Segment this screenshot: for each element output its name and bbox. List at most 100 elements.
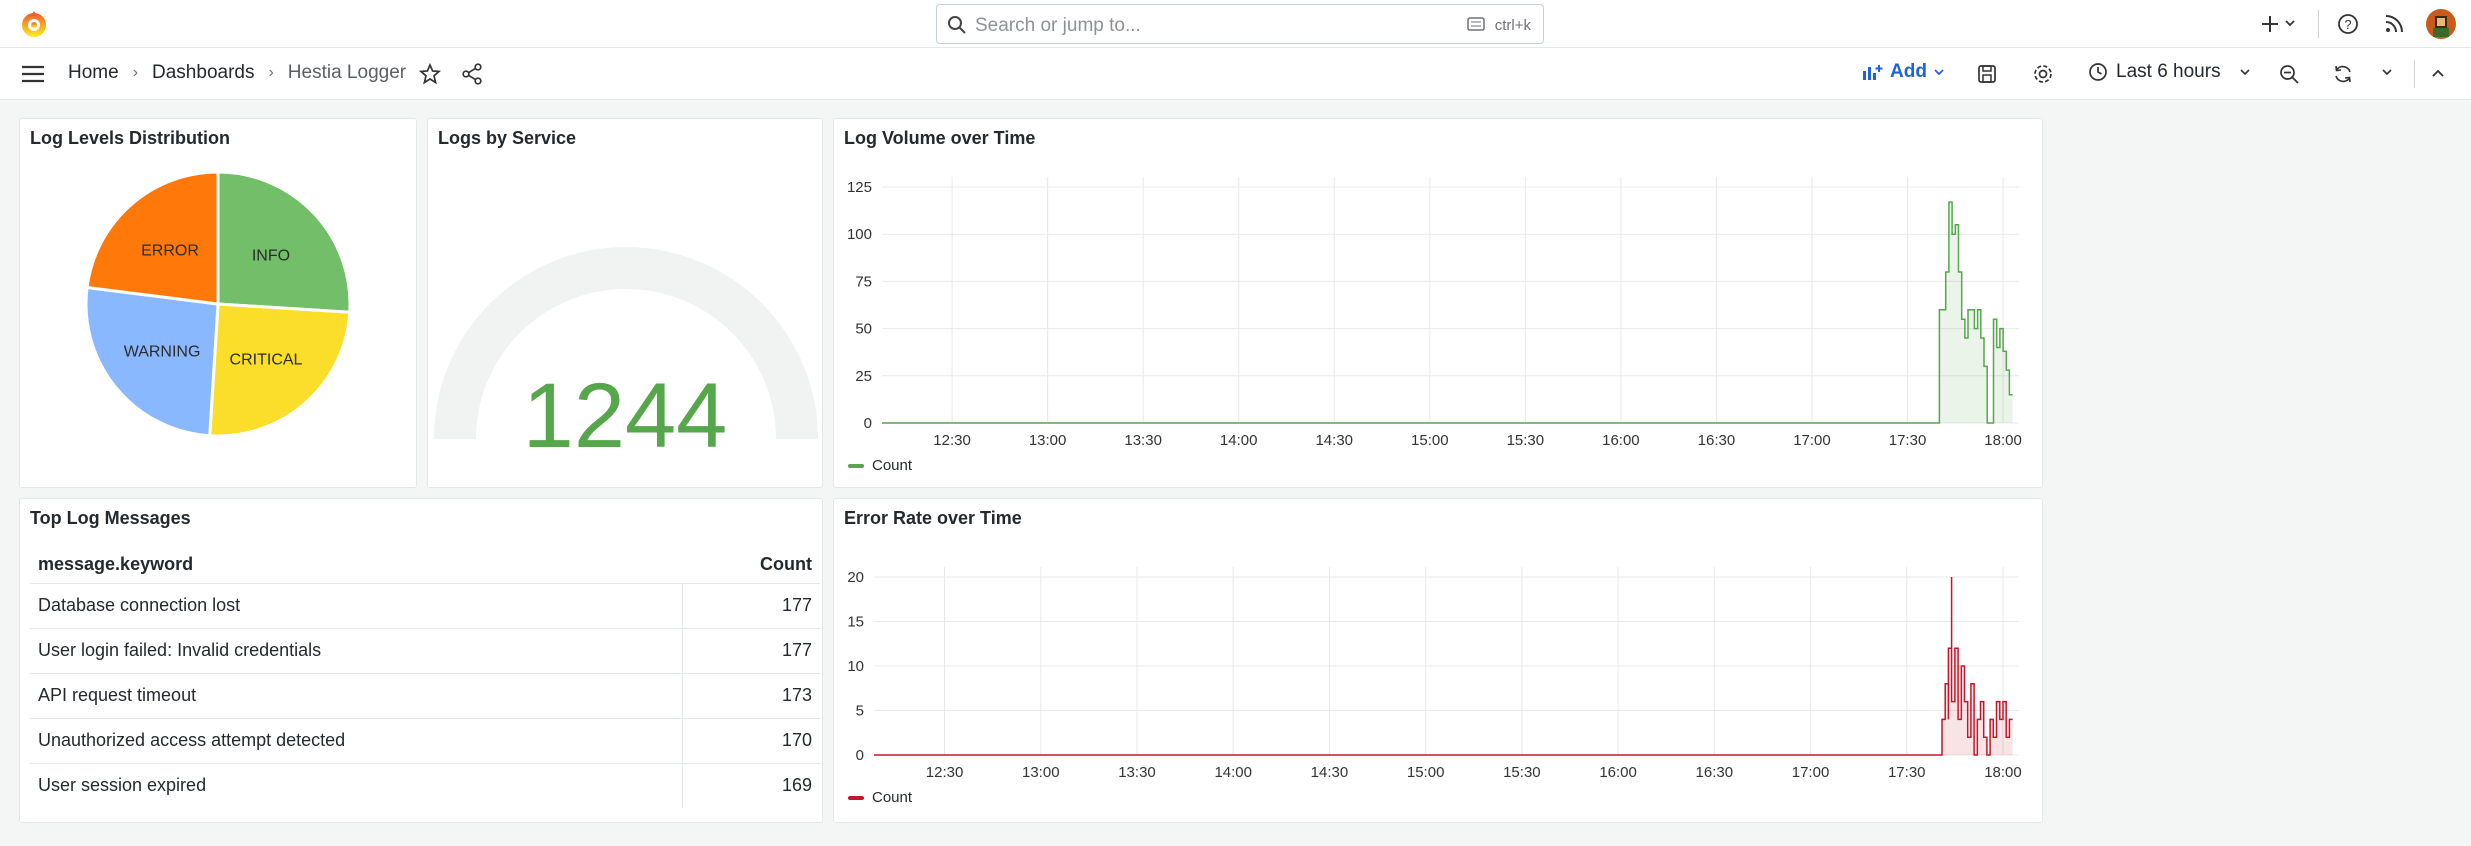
- help-icon[interactable]: ?: [2334, 10, 2362, 38]
- refresh-icon[interactable]: [2332, 63, 2354, 85]
- table-row: User login failed: Invalid credentials 17…: [30, 628, 820, 674]
- keyboard-icon: [1467, 17, 1485, 31]
- message-cell: User session expired: [38, 775, 207, 796]
- x-tick-label: 18:00: [1984, 764, 2022, 781]
- x-tick-label: 17:30: [1888, 764, 1926, 781]
- x-tick-label: 13:00: [1022, 764, 1060, 781]
- error-rate-chart: 0 5 10 15 20 12:30 13:00 13:30 14:00 14:30 15:00 15…: [847, 567, 2022, 781]
- table-row: API request timeout 173: [30, 673, 820, 719]
- pie-label-info: INFO: [252, 247, 290, 264]
- breadcrumb-dashboards[interactable]: Dashboards: [152, 62, 254, 84]
- x-tick-label: 17:00: [1792, 764, 1830, 781]
- message-cell: Database connection lost: [30, 583, 683, 629]
- y-tick-label: 15: [847, 614, 864, 631]
- table-header-row: message.keyword Count: [30, 547, 820, 584]
- x-tick-label: 15:00: [1407, 764, 1445, 781]
- log-messages-table: message.keyword Count Database connectio…: [30, 547, 820, 808]
- save-icon[interactable]: [1976, 63, 1998, 85]
- user-avatar[interactable]: [2426, 9, 2456, 39]
- x-tick-label: 17:30: [1889, 432, 1927, 449]
- search-input[interactable]: Search or jump to... ctrl+k: [936, 4, 1544, 44]
- y-tick-label: 100: [847, 226, 872, 243]
- x-tick-label: 18:00: [1984, 432, 2022, 449]
- legend[interactable]: Count: [848, 789, 912, 806]
- table-row: User session expired 169: [30, 763, 820, 808]
- chevron-up-icon[interactable]: [2430, 66, 2446, 80]
- column-header-count[interactable]: Count: [682, 547, 820, 584]
- divider: [2318, 10, 2319, 38]
- pie-slice-info[interactable]: [216, 170, 352, 314]
- gauge-value: 1244: [522, 365, 728, 467]
- gear-icon[interactable]: [2032, 63, 2054, 85]
- menu-icon[interactable]: [20, 64, 46, 84]
- time-range-label: Last 6 hours: [2116, 61, 2221, 82]
- count-cell: 169: [682, 763, 820, 808]
- add-button-label: Add: [1890, 61, 1927, 82]
- plus-icon[interactable]: [2260, 10, 2300, 38]
- panel-logs-by-service[interactable]: Logs by Service 1244: [427, 118, 823, 488]
- panel-error-rate[interactable]: Error Rate over Time 0 5 10 15 20 12:30 13:00 1…: [833, 498, 2043, 823]
- legend-swatch: [848, 463, 864, 468]
- table-row: Unauthorized access attempt detected 170: [30, 718, 820, 764]
- x-tick-label: 15:30: [1507, 432, 1545, 449]
- chevron-down-icon: [1934, 69, 1944, 76]
- y-tick-label: 125: [847, 179, 872, 196]
- y-tick-label: 10: [847, 658, 864, 675]
- panel-log-volume[interactable]: Log Volume over Time 0 25 50 75 100 125 12:30 1…: [833, 118, 2043, 488]
- pie-label-error: ERROR: [141, 243, 199, 260]
- breadcrumb-home[interactable]: Home: [68, 62, 119, 84]
- pie-slice-warning[interactable]: [84, 285, 220, 438]
- message-cell: User login failed: Invalid credentials: [30, 628, 683, 674]
- y-tick-label: 25: [855, 368, 872, 385]
- series-line[interactable]: [882, 201, 2013, 424]
- chevron-down-icon[interactable]: [2380, 67, 2394, 79]
- x-tick-label: 17:00: [1793, 432, 1831, 449]
- x-tick-label: 16:00: [1602, 432, 1640, 449]
- message-cell: Unauthorized access attempt detected: [30, 718, 683, 764]
- rss-icon[interactable]: [2380, 10, 2408, 38]
- add-button[interactable]: Add: [1862, 61, 1945, 83]
- dashboard-nav-bar: Home › Dashboards › Hestia Logger Add La…: [0, 48, 2471, 100]
- y-tick-label: 20: [847, 569, 864, 586]
- x-tick-label: 14:30: [1311, 764, 1349, 781]
- time-range-picker[interactable]: Last 6 hours: [2088, 61, 2251, 83]
- chevron-right-icon: ›: [132, 64, 139, 81]
- pie-slice-error[interactable]: [85, 170, 220, 306]
- search-placeholder: Search or jump to...: [975, 15, 1141, 36]
- grafana-logo-icon[interactable]: [18, 8, 50, 40]
- x-tick-label: 13:00: [1029, 432, 1067, 449]
- legend-label: Count: [872, 789, 913, 806]
- panel-title: Log Levels Distribution: [30, 128, 231, 148]
- y-tick-label: 0: [856, 747, 864, 764]
- column-header-message[interactable]: message.keyword: [30, 547, 683, 584]
- panel-log-levels[interactable]: Log Levels Distribution INFO CRITICAL WARN…: [19, 118, 417, 488]
- x-tick-label: 14:30: [1315, 432, 1353, 449]
- panel-title: Log Volume over Time: [844, 128, 1036, 148]
- x-tick-label: 16:30: [1696, 764, 1734, 781]
- legend[interactable]: Count: [848, 457, 912, 474]
- share-icon[interactable]: [460, 62, 484, 86]
- add-panel-icon: [1863, 65, 1883, 80]
- panel-title: Top Log Messages: [30, 508, 191, 528]
- x-tick-label: 12:30: [933, 432, 971, 449]
- x-tick-label: 13:30: [1124, 432, 1162, 449]
- pie-label-critical: CRITICAL: [230, 351, 303, 368]
- zoom-out-icon[interactable]: [2278, 63, 2300, 85]
- pie-label-warning: WARNING: [124, 343, 201, 360]
- pie-slice-critical[interactable]: [208, 302, 352, 438]
- count-cell: 170: [682, 718, 820, 764]
- pie-chart: INFO CRITICAL WARNING ERROR: [84, 170, 352, 438]
- message-cell: API request timeout: [30, 673, 683, 719]
- search-icon: [948, 16, 966, 34]
- chevron-down-icon: [2240, 69, 2250, 76]
- x-tick-label: 14:00: [1220, 432, 1258, 449]
- panel-title: Error Rate over Time: [844, 508, 1022, 528]
- table-row: Database connection lost 177: [30, 583, 820, 629]
- legend-swatch: [848, 795, 864, 800]
- x-tick-label: 15:00: [1411, 432, 1449, 449]
- count-cell: 177: [682, 628, 820, 674]
- breadcrumb-current: Hestia Logger: [287, 62, 407, 83]
- star-icon[interactable]: [418, 62, 442, 86]
- panel-top-log-messages[interactable]: Top Log Messages message.keyword Count D…: [19, 498, 823, 823]
- x-tick-label: 12:30: [926, 764, 964, 781]
